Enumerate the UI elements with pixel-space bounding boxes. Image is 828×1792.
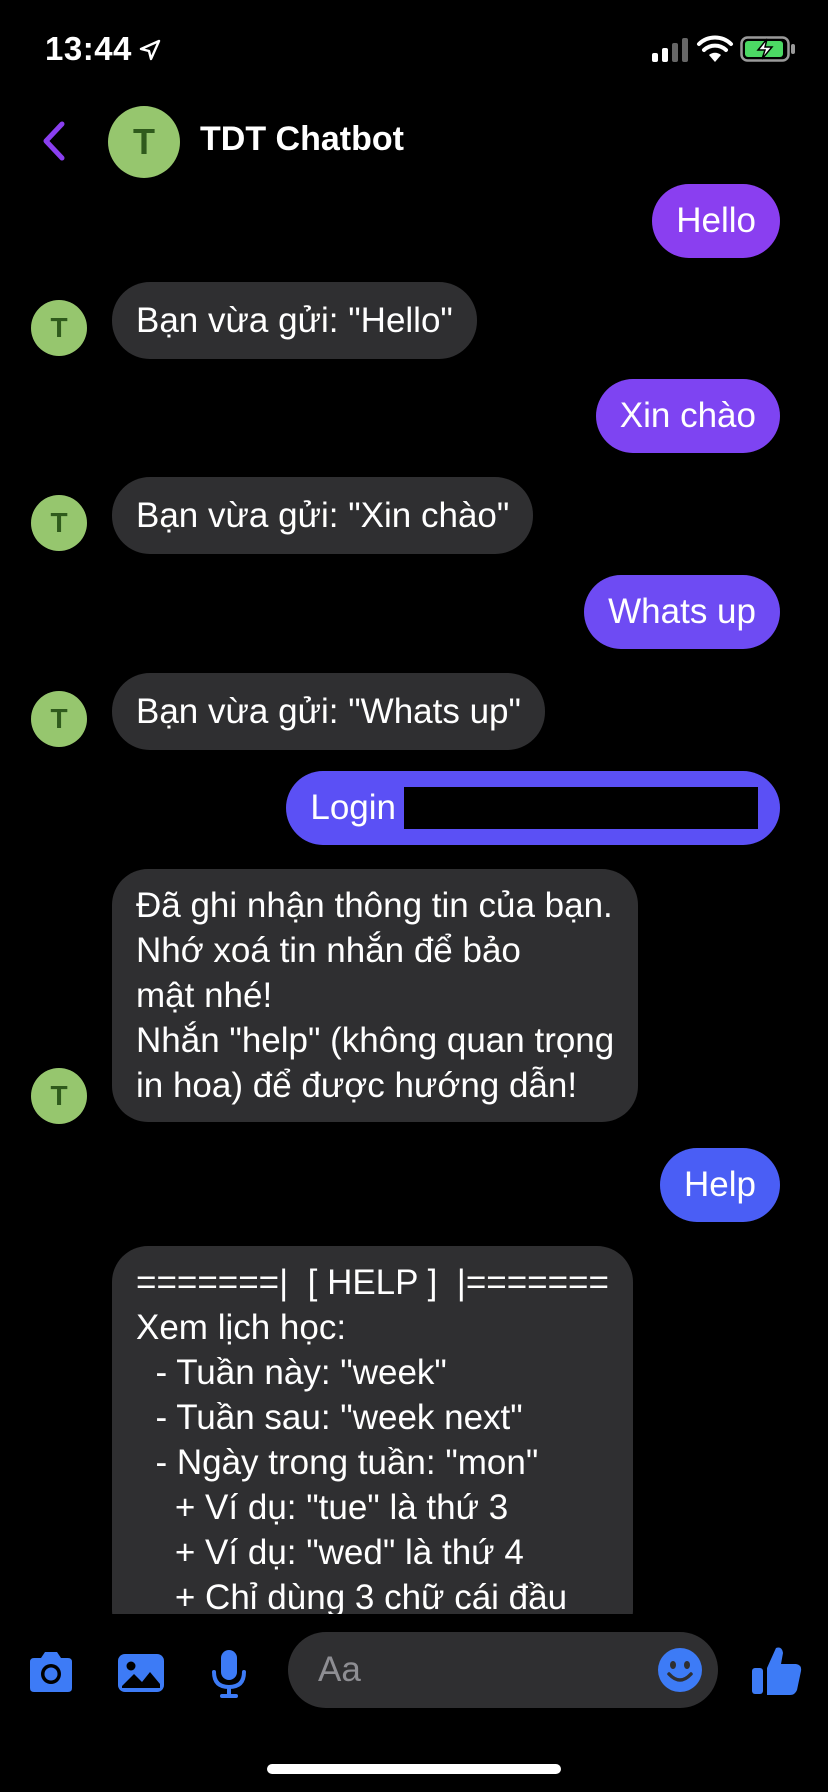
outgoing-message[interactable]: Xin chào (595, 379, 780, 453)
emoji-icon[interactable] (656, 1646, 704, 1694)
incoming-message[interactable]: Đã ghi nhận thông tin của bạn. Nhớ xoá t… (112, 869, 639, 1122)
cellular-signal-icon (652, 38, 688, 62)
battery-charging-icon (740, 36, 795, 62)
chat-header: T TDT Chatbot (0, 100, 828, 182)
message-composer: Aa (0, 1614, 828, 1736)
messenger-screen: 13:44 T TDT Chatbot Hello T Bạn vừa gửi:… (0, 0, 828, 1792)
location-arrow-icon (139, 39, 161, 61)
back-chevron-icon[interactable] (36, 118, 72, 164)
outgoing-message[interactable]: Whats up (584, 575, 780, 649)
incoming-help-message[interactable]: =======| [ HELP ] |======= Xem lịch học:… (112, 1246, 633, 1646)
home-indicator[interactable] (267, 1764, 561, 1774)
wifi-icon (697, 35, 733, 62)
thumbs-up-icon[interactable] (748, 1642, 806, 1700)
redacted-credentials (402, 785, 760, 831)
incoming-message[interactable]: Bạn vừa gửi: "Whats up" (112, 673, 545, 750)
status-time: 13:44 (45, 30, 132, 67)
photo-gallery-icon[interactable] (114, 1646, 168, 1700)
chat-title[interactable]: TDT Chatbot (200, 120, 404, 159)
incoming-message[interactable]: Bạn vừa gửi: "Hello" (112, 282, 477, 359)
message-input[interactable]: Aa (288, 1632, 718, 1708)
incoming-message[interactable]: Bạn vừa gửi: "Xin chào" (112, 477, 534, 554)
bot-avatar: T (31, 300, 87, 356)
outgoing-message[interactable]: Hello (652, 184, 780, 258)
chatbot-avatar[interactable]: T (108, 106, 180, 178)
bot-avatar: T (31, 691, 87, 747)
bot-avatar: T (31, 1068, 87, 1124)
message-input-placeholder: Aa (318, 1650, 361, 1689)
status-bar: 13:44 (0, 0, 828, 100)
outgoing-message-login[interactable]: Login (286, 771, 780, 845)
microphone-icon[interactable] (202, 1646, 256, 1700)
bot-avatar: T (31, 495, 87, 551)
camera-icon[interactable] (24, 1646, 78, 1700)
outgoing-message[interactable]: Help (660, 1148, 780, 1222)
